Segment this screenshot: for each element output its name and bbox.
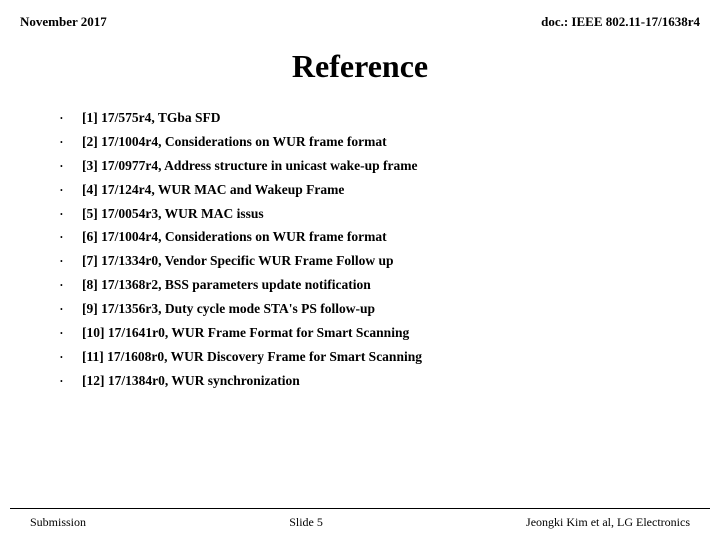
reference-text: [12] 17/1384r0, WUR synchronization (82, 372, 300, 391)
footer-center: Slide 5 (289, 515, 323, 530)
reference-text: [6] 17/1004r4, Considerations on WUR fra… (82, 228, 387, 247)
bullet-icon: • (60, 376, 74, 387)
bullet-icon: • (60, 280, 74, 291)
list-item: • [3] 17/0977r4, Address structure in uni… (60, 157, 680, 176)
bullet-icon: • (60, 161, 74, 172)
list-item: • [8] 17/1368r2, BSS parameters update no… (60, 276, 680, 295)
reference-text: [1] 17/575r4, TGba SFD (82, 109, 221, 128)
footer: Submission Slide 5 Jeongki Kim et al, LG… (10, 508, 710, 530)
bullet-icon: • (60, 232, 74, 243)
reference-text: [7] 17/1334r0, Vendor Specific WUR Frame… (82, 252, 394, 271)
footer-left: Submission (30, 515, 86, 530)
list-item: • [4] 17/124r4, WUR MAC and Wakeup Frame (60, 181, 680, 200)
reference-text: [10] 17/1641r0, WUR Frame Format for Sma… (82, 324, 409, 343)
bullet-icon: • (60, 328, 74, 339)
reference-text: [4] 17/124r4, WUR MAC and Wakeup Frame (82, 181, 344, 200)
header-date: November 2017 (20, 14, 107, 30)
bullet-icon: • (60, 352, 74, 363)
reference-text: [2] 17/1004r4, Considerations on WUR fra… (82, 133, 387, 152)
reference-text: [9] 17/1356r3, Duty cycle mode STA's PS … (82, 300, 375, 319)
list-item: • [7] 17/1334r0, Vendor Specific WUR Fram… (60, 252, 680, 271)
bullet-icon: • (60, 137, 74, 148)
bullet-icon: • (60, 256, 74, 267)
page-title: Reference (20, 48, 700, 85)
list-item: • [2] 17/1004r4, Considerations on WUR fr… (60, 133, 680, 152)
bullet-icon: • (60, 304, 74, 315)
reference-text: [5] 17/0054r3, WUR MAC issus (82, 205, 264, 224)
list-item: • [9] 17/1356r3, Duty cycle mode STA's PS… (60, 300, 680, 319)
header-doc: doc.: IEEE 802.11-17/1638r4 (541, 14, 700, 30)
references-list: • [1] 17/575r4, TGba SFD • [2] 17/1004r4, C… (0, 105, 720, 391)
reference-text: [3] 17/0977r4, Address structure in unic… (82, 157, 418, 176)
header: November 2017 doc.: IEEE 802.11-17/1638r… (0, 0, 720, 30)
reference-text: [8] 17/1368r2, BSS parameters update not… (82, 276, 371, 295)
list-item: • [12] 17/1384r0, WUR synchronization (60, 372, 680, 391)
title-section: Reference (0, 30, 720, 105)
bullet-icon: • (60, 185, 74, 196)
list-item: • [5] 17/0054r3, WUR MAC issus (60, 205, 680, 224)
list-item: • [6] 17/1004r4, Considerations on WUR fr… (60, 228, 680, 247)
bullet-icon: • (60, 209, 74, 220)
list-item: • [10] 17/1641r0, WUR Frame Format for Sm… (60, 324, 680, 343)
bullet-icon: • (60, 113, 74, 124)
reference-text: [11] 17/1608r0, WUR Discovery Frame for … (82, 348, 422, 367)
footer-right: Jeongki Kim et al, LG Electronics (526, 515, 690, 530)
list-item: • [1] 17/575r4, TGba SFD (60, 109, 680, 128)
list-item: • [11] 17/1608r0, WUR Discovery Frame for… (60, 348, 680, 367)
